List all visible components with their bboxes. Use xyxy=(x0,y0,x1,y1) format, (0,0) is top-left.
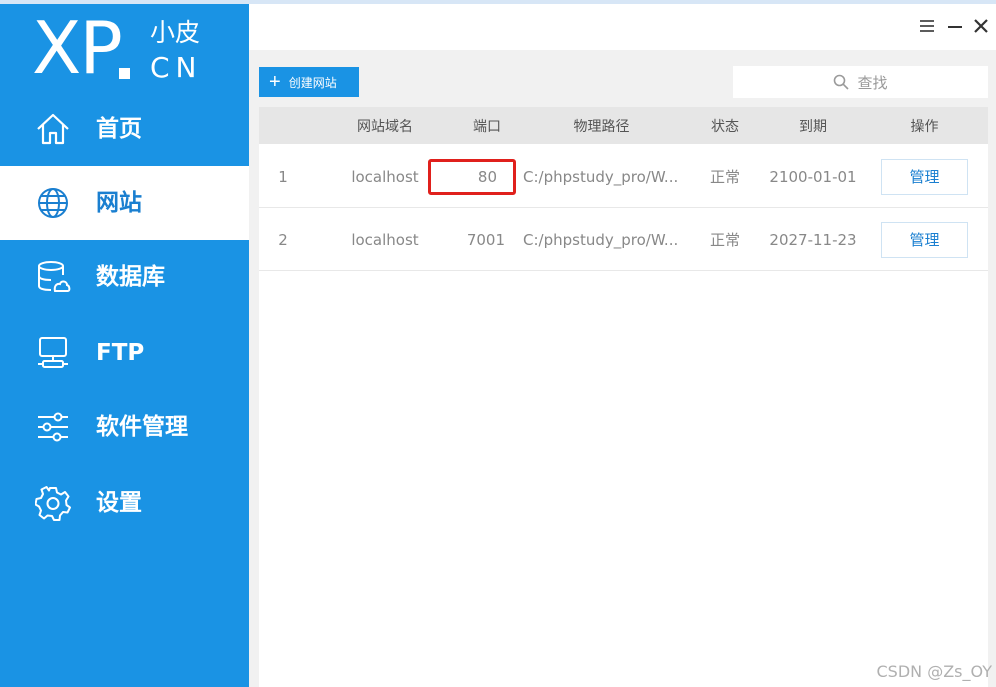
search-input[interactable]: 查找 xyxy=(733,66,988,98)
sidebar-item-label: 设置 xyxy=(96,490,142,516)
row-index: 2 xyxy=(278,230,288,249)
header-path: 物理路径 xyxy=(573,118,630,135)
sidebar-item-website[interactable]: 网站 xyxy=(0,166,249,240)
title-bar xyxy=(249,4,996,50)
sidebar-item-label: 数据库 xyxy=(96,264,165,290)
row-domain: localhost xyxy=(351,167,419,186)
close-button[interactable] xyxy=(971,16,991,36)
header-expiry: 到期 xyxy=(799,118,827,135)
port-highlight-box xyxy=(428,159,516,195)
row-index: 1 xyxy=(278,167,288,186)
home-icon xyxy=(35,111,71,147)
sidebar-item-database[interactable]: 数据库 xyxy=(0,240,249,314)
row-domain: localhost xyxy=(351,230,419,249)
table-row: 1 localhost 80 C:/phpstudy_pro/W... 正常 2… xyxy=(259,146,988,208)
sidebar: XP 小皮 CN 首页 网站 数据库 FTP 软件管理 设置 xyxy=(0,4,249,687)
logo-dot xyxy=(119,68,130,79)
sliders-icon xyxy=(35,409,71,445)
logo-cn-top: 小皮 xyxy=(150,18,201,47)
row-expiry: 2100-01-01 xyxy=(769,167,857,186)
menu-button[interactable] xyxy=(917,16,937,36)
globe-icon xyxy=(35,185,71,221)
table-row: 2 localhost 7001 C:/phpstudy_pro/W... 正常… xyxy=(259,209,988,271)
main-panel: + 创建网站 查找 网站域名 端口 物理路径 状态 到期 操作 1 localh… xyxy=(249,4,996,687)
create-website-button[interactable]: + 创建网站 xyxy=(259,67,359,97)
minimize-button[interactable] xyxy=(945,16,965,36)
table-header: 网站域名 端口 物理路径 状态 到期 操作 xyxy=(259,107,988,144)
create-website-label: 创建网站 xyxy=(288,75,337,90)
logo: XP 小皮 CN xyxy=(0,4,249,90)
watermark: CSDN @Zs_OY xyxy=(876,662,993,681)
row-port: 7001 xyxy=(466,230,505,249)
website-table: 网站域名 端口 物理路径 状态 到期 操作 1 localhost 80 C:/… xyxy=(259,107,988,687)
sidebar-item-label: 首页 xyxy=(96,116,142,142)
row-status: 正常 xyxy=(709,168,740,186)
row-expiry: 2027-11-23 xyxy=(769,230,857,249)
header-status: 状态 xyxy=(711,118,739,135)
header-port: 端口 xyxy=(473,118,501,135)
header-domain: 网站域名 xyxy=(357,118,413,135)
manage-button[interactable]: 管理 xyxy=(881,158,968,195)
manage-button[interactable]: 管理 xyxy=(881,221,968,258)
header-action: 操作 xyxy=(910,118,939,135)
gear-icon xyxy=(34,485,71,521)
sidebar-item-home[interactable]: 首页 xyxy=(0,92,249,166)
sidebar-item-settings[interactable]: 设置 xyxy=(0,466,249,540)
row-status: 正常 xyxy=(709,231,740,249)
sidebar-item-ftp[interactable]: FTP xyxy=(0,316,249,390)
sidebar-item-label: 网站 xyxy=(96,190,142,216)
search-icon xyxy=(834,74,850,90)
sidebar-item-label: 软件管理 xyxy=(96,414,188,440)
logo-cn-bottom: CN xyxy=(150,51,203,84)
ftp-icon xyxy=(35,335,71,371)
plus-icon: + xyxy=(269,71,281,93)
logo-brand: XP xyxy=(32,6,123,90)
row-path: C:/phpstudy_pro/W... xyxy=(523,167,679,186)
search-placeholder: 查找 xyxy=(857,73,888,92)
sidebar-item-software[interactable]: 软件管理 xyxy=(0,390,249,464)
database-icon xyxy=(35,259,71,295)
row-path: C:/phpstudy_pro/W... xyxy=(523,230,679,249)
sidebar-item-label: FTP xyxy=(96,340,145,366)
